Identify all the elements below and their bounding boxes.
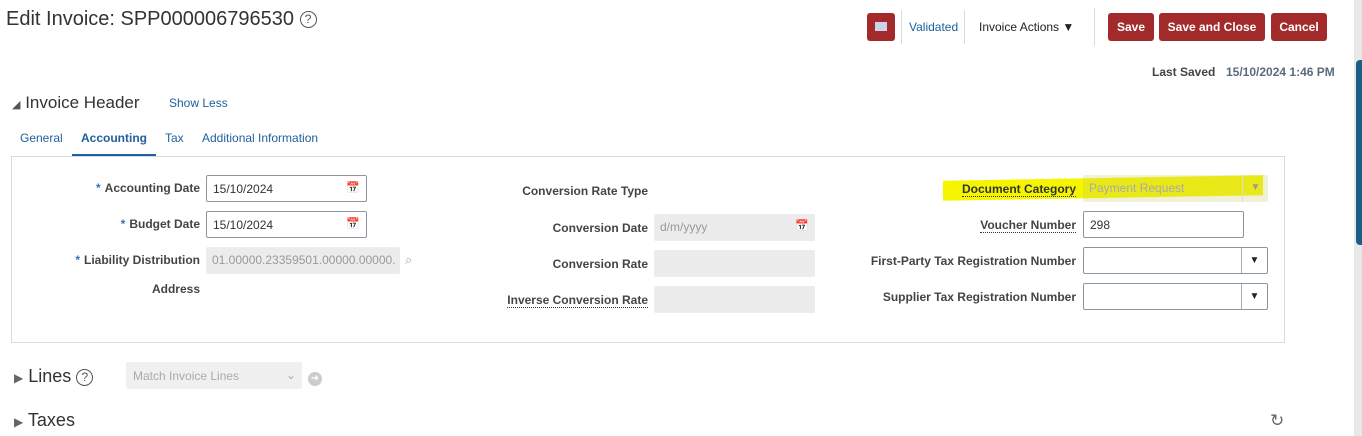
voucher-number-input[interactable]: 298 [1083,211,1244,238]
page-title: Edit Invoice: SPP000006796530 ? [6,8,317,31]
calendar-icon[interactable]: 📅 [346,181,362,197]
search-icon[interactable]: ⌕ [405,252,412,268]
tab-general[interactable]: General [20,131,63,145]
budget-date-input[interactable]: 15/10/2024 📅 [206,211,367,238]
inverse-conversion-rate-input[interactable] [654,286,815,313]
expand-icon: ▶ [14,415,24,429]
conversion-rate-label: Conversion Rate [552,257,648,271]
tab-tax[interactable]: Tax [165,131,184,145]
voucher-number-label: Voucher Number [980,218,1076,233]
view-image-button[interactable] [867,13,895,41]
liability-address-label: Address [151,282,200,296]
budget-date-label: * Budget Date [120,217,200,231]
side-panel-tab[interactable] [1356,60,1362,245]
list-icon [875,22,887,31]
cancel-button[interactable]: Cancel [1271,13,1327,41]
liability-distribution-input[interactable]: 01.00000.23359501.00000.00000. [206,247,400,274]
calendar-icon: 📅 [795,220,809,232]
taxes-section[interactable]: ▶ Taxes [14,410,75,431]
tab-accounting[interactable]: Accounting [72,123,156,157]
liability-distribution-label: * Liability Distribution [75,253,200,267]
caret-down-icon: ▼ [1241,284,1267,309]
invoice-header-section[interactable]: ◢ Invoice Header [12,93,140,113]
inverse-conversion-rate-label: Inverse Conversion Rate [507,293,648,308]
caret-down-icon: ▼ [1242,175,1268,202]
accounting-date-label: * Accounting Date [95,181,200,195]
document-category-label: Document Category [961,182,1076,197]
chevron-down-icon: ⌄ [285,368,296,382]
supplier-tax-label: Supplier Tax Registration Number [882,290,1076,304]
caret-down-icon: ▼ [1062,20,1075,34]
save-and-close-button[interactable]: Save and Close [1159,13,1265,41]
tab-additional-information[interactable]: Additional Information [202,131,318,145]
conversion-rate-input[interactable] [654,250,815,277]
go-icon[interactable]: ➜ [308,372,322,386]
accounting-date-input[interactable]: 15/10/2024 📅 [206,175,367,202]
save-button[interactable]: Save [1108,13,1154,41]
last-saved-label: Last Saved [1152,65,1216,79]
invoice-actions-menu[interactable]: Invoice Actions ▼ [979,20,1074,34]
help-icon[interactable]: ? [76,368,94,386]
match-invoice-lines-select[interactable]: Match Invoice Lines ⌄ [126,362,302,389]
conversion-rate-type-label: Conversion Rate Type [522,184,648,198]
show-less-link[interactable]: Show Less [169,96,228,110]
help-icon[interactable]: ? [299,11,317,29]
last-saved-value: 15/10/2024 1:46 PM [1226,65,1335,79]
validation-status-link[interactable]: Validated [909,20,958,34]
lines-section[interactable]: ▶ Lines ? [14,366,94,387]
first-party-tax-label: First-Party Tax Registration Number [870,254,1076,268]
expand-icon: ▶ [14,371,24,385]
conversion-date-label: Conversion Date [552,221,648,235]
supplier-tax-select[interactable]: ▼ [1083,283,1268,310]
caret-down-icon: ▼ [1241,248,1267,273]
document-category-select[interactable]: Payment Request ▼ [1083,175,1268,202]
refresh-icon[interactable]: ↻ [1270,411,1284,431]
first-party-tax-select[interactable]: ▼ [1083,247,1268,274]
collapse-icon: ◢ [12,99,21,111]
calendar-icon[interactable]: 📅 [346,217,362,233]
conversion-date-input[interactable]: d/m/yyyy 📅 [654,214,815,241]
